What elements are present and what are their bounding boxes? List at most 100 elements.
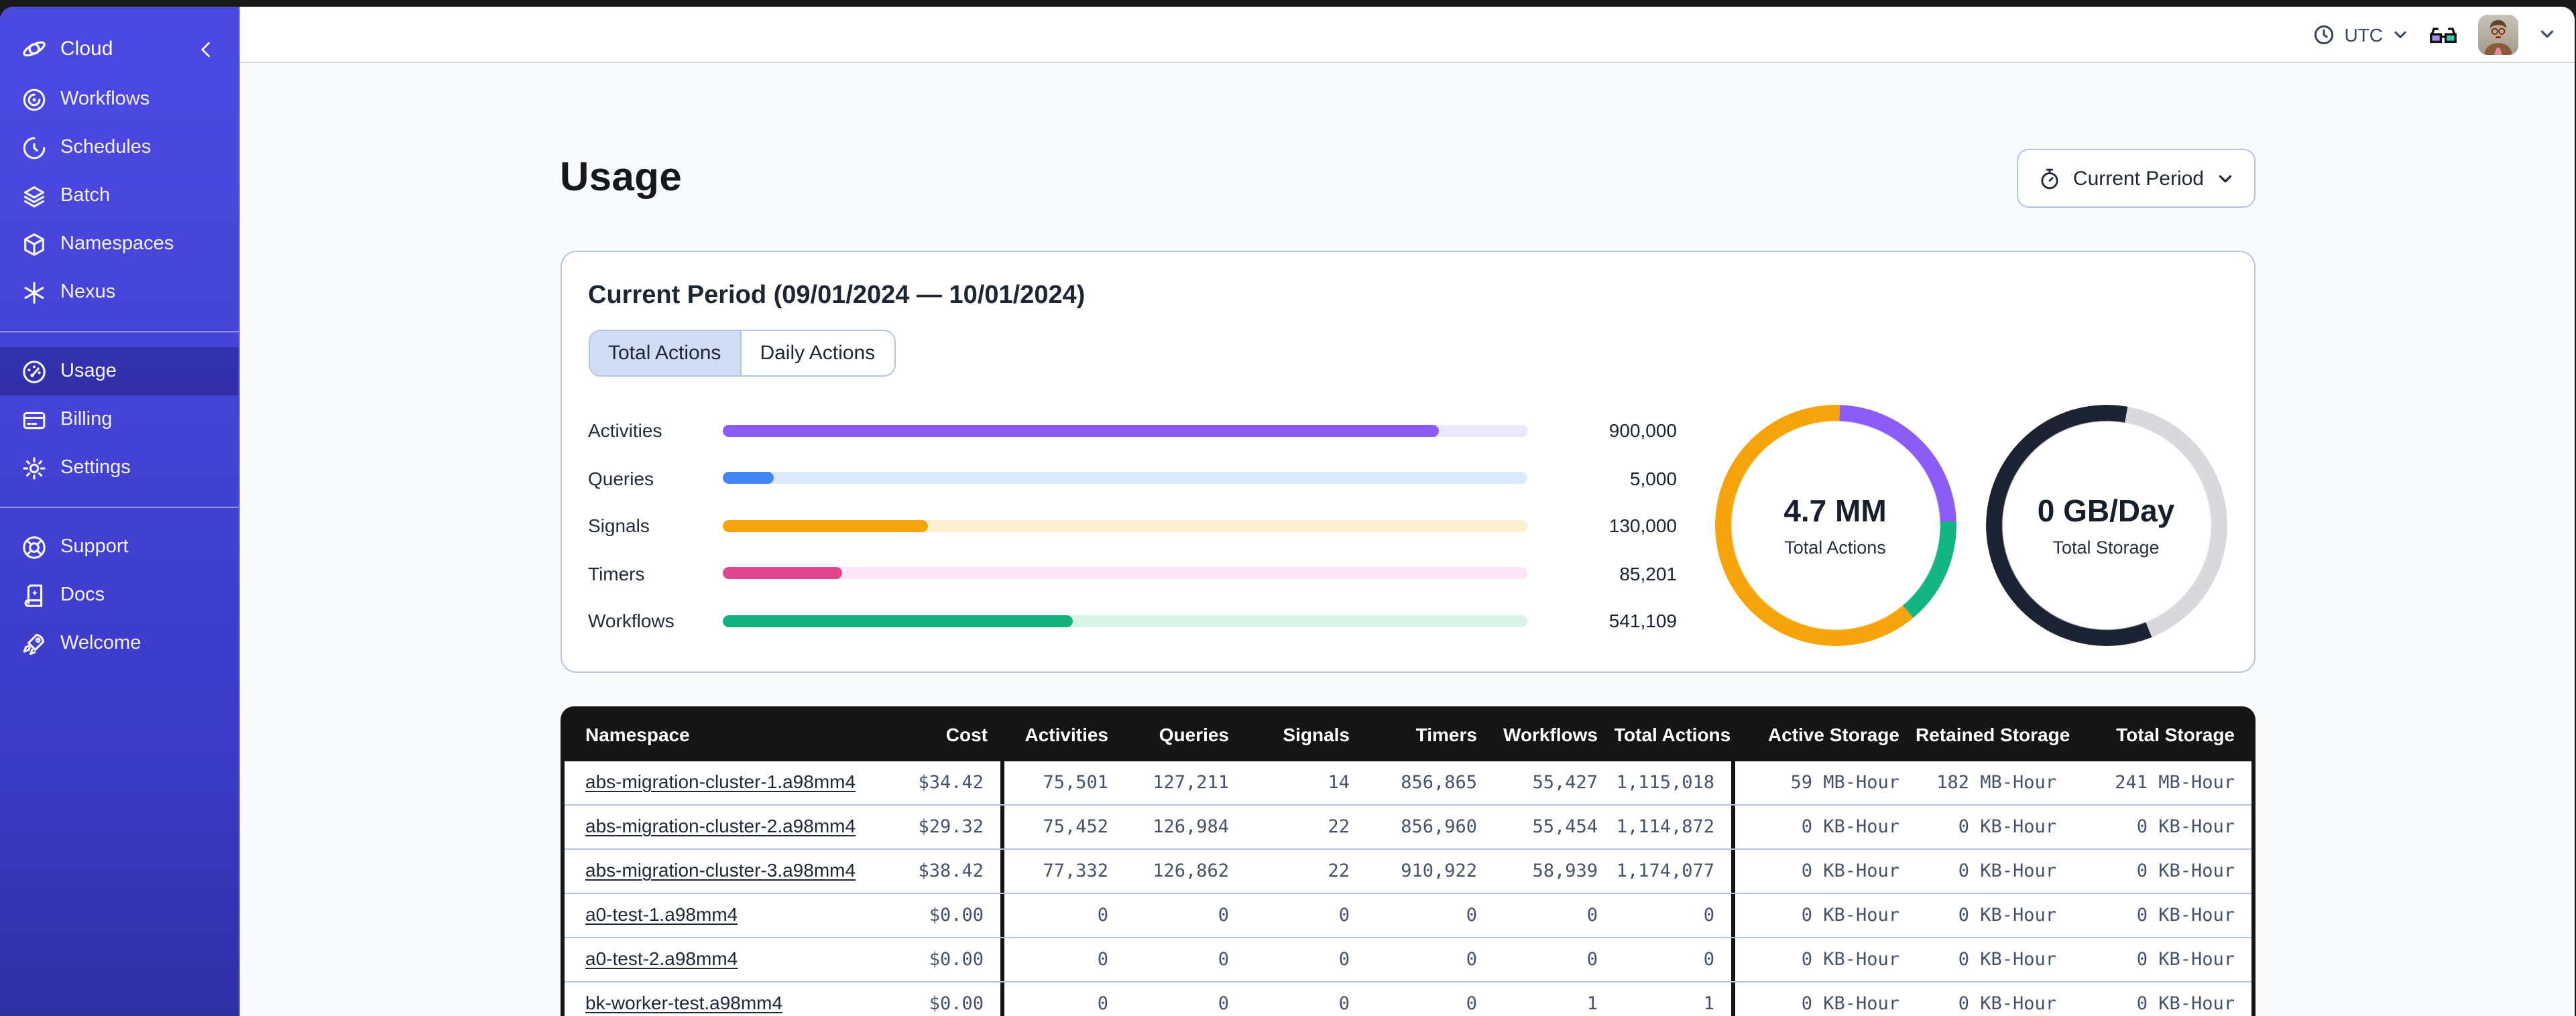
sidebar-item-workflows[interactable]: Workflows: [0, 75, 239, 123]
sidebar-item-batch[interactable]: Batch: [0, 172, 239, 220]
sidebar-item-support[interactable]: Support: [0, 523, 239, 571]
current-period-card: Current Period (09/01/2024 — 10/01/2024)…: [560, 251, 2255, 673]
sidebar-item-welcome[interactable]: Welcome: [0, 619, 239, 668]
active-storage-cell: 0 KB-Hour: [1801, 905, 1899, 926]
timezone-label: UTC: [2344, 23, 2383, 45]
bar-row-workflows: Workflows 541,109: [588, 610, 1677, 631]
sidebar-collapse-button[interactable]: [196, 38, 217, 60]
bar-label: Activities: [588, 420, 662, 441]
sidebar-item-billing[interactable]: Billing: [0, 395, 239, 444]
bar-label: Queries: [588, 467, 654, 489]
active-storage-cell: 59 MB-Hour: [1790, 772, 1899, 793]
total-actions-cell: 0: [1614, 938, 1735, 981]
sidebar-item-label: Welcome: [60, 633, 141, 654]
schedules-clock-icon: [21, 135, 47, 160]
col-header-signals: Signals: [1283, 723, 1350, 745]
tab-daily-actions[interactable]: Daily Actions: [740, 331, 894, 375]
clock-icon: [2313, 23, 2335, 45]
sidebar-item-settings[interactable]: Settings: [0, 444, 239, 492]
retained-storage-cell: 0 KB-Hour: [1958, 993, 2056, 1015]
sidebar-brand-cloud[interactable]: Cloud: [0, 25, 239, 75]
table-header-row: Namespace Cost Activities Queries Signal…: [560, 706, 2255, 761]
card-title: Current Period (09/01/2024 — 10/01/2024): [588, 281, 1086, 310]
signals-bar: [722, 519, 1527, 531]
workflows-spiral-icon: [21, 86, 47, 112]
sidebar-nav-help: Support Docs Welcome: [0, 523, 239, 668]
activities-cell: 75,501: [1043, 772, 1108, 793]
sidebar-item-label: Schedules: [60, 137, 152, 158]
batch-layers-icon: [21, 183, 47, 208]
sidebar-item-usage[interactable]: Usage: [0, 347, 239, 395]
sidebar-item-label: Support: [60, 536, 129, 558]
col-header-cost: Cost: [945, 723, 988, 745]
topbar: UTC: [240, 7, 2575, 63]
namespace-link[interactable]: abs-migration-cluster-3.a98mm4: [585, 859, 856, 881]
sidebar-item-nexus[interactable]: Nexus: [0, 268, 239, 316]
sidebar-item-schedules[interactable]: Schedules: [0, 123, 239, 172]
bar-value: 900,000: [1608, 420, 1677, 441]
queries-cell: 0: [1218, 949, 1229, 970]
total-storage-cell: 0 KB-Hour: [2136, 861, 2235, 882]
timers-cell: 0: [1466, 949, 1477, 970]
welcome-rocket-icon: [21, 631, 47, 656]
support-lifebuoy-icon: [21, 534, 47, 560]
col-header-activities: Activities: [1024, 723, 1109, 745]
usage-gauge-icon: [21, 359, 47, 384]
sidebar-item-namespaces[interactable]: Namespaces: [0, 220, 239, 268]
period-selector-label: Current Period: [2072, 167, 2204, 190]
chevron-down-icon[interactable]: [2538, 25, 2556, 43]
settings-gear-icon: [21, 455, 47, 481]
total-actions-cell: 1,114,872: [1614, 806, 1735, 848]
page-header: Usage Current Period: [560, 149, 2255, 208]
retained-storage-cell: 0 KB-Hour: [1958, 949, 2056, 970]
feedback-glasses-icon[interactable]: [2428, 23, 2458, 45]
timezone-selector[interactable]: UTC: [2313, 23, 2408, 45]
cloud-orbit-icon: [21, 36, 47, 62]
queries-cell: 126,862: [1153, 861, 1229, 882]
col-header-active-storage: Active Storage: [1767, 723, 1899, 745]
workflows-cell: 55,427: [1532, 772, 1598, 793]
namespace-link[interactable]: abs-migration-cluster-1.a98mm4: [585, 771, 856, 792]
cost-cell: $0.00: [872, 938, 1004, 981]
activities-cell: 77,332: [1043, 861, 1108, 882]
total-storage-cell: 0 KB-Hour: [2136, 905, 2235, 926]
bar-row-queries: Queries 5,000: [588, 467, 1677, 489]
queries-cell: 0: [1218, 993, 1229, 1015]
namespace-link[interactable]: bk-worker-test.a98mm4: [585, 992, 782, 1013]
col-header-total-actions: Total Actions: [1614, 723, 1731, 745]
sidebar-item-label: Usage: [60, 361, 117, 382]
workflows-cell: 0: [1586, 949, 1598, 970]
namespaces-cube-icon: [21, 231, 47, 257]
namespace-link[interactable]: abs-migration-cluster-2.a98mm4: [585, 815, 856, 836]
sidebar-item-label: Settings: [60, 457, 131, 479]
app-window: Cloud Workflows Schedules Batch Namespac…: [0, 7, 2575, 1016]
user-avatar[interactable]: [2478, 14, 2518, 54]
namespace-link[interactable]: a0-test-2.a98mm4: [585, 948, 738, 969]
retained-storage-cell: 0 KB-Hour: [1958, 905, 2056, 926]
active-storage-cell: 0 KB-Hour: [1801, 816, 1899, 838]
sidebar-item-docs[interactable]: Docs: [0, 571, 239, 619]
app-window-wrapper: Cloud Workflows Schedules Batch Namespac…: [0, 0, 2576, 1016]
period-selector-button[interactable]: Current Period: [2016, 149, 2255, 208]
sidebar: Cloud Workflows Schedules Batch Namespac…: [0, 7, 240, 1016]
total-actions-cell: 1,115,018: [1614, 761, 1735, 804]
bar-row-activities: Activities 900,000: [588, 420, 1677, 441]
donut-charts: 4.7 MM Total Actions 0 GB/Day Total Stor…: [1714, 405, 2227, 646]
bar-label: Workflows: [588, 610, 675, 631]
table-row: abs-migration-cluster-1.a98mm4 $34.42 75…: [564, 761, 2251, 806]
activities-bar: [722, 424, 1527, 436]
col-header-workflows: Workflows: [1503, 723, 1598, 745]
table-row: a0-test-2.a98mm4 $0.00 0 0 0 0 0 0 0 KB-…: [564, 938, 2251, 982]
retained-storage-cell: 0 KB-Hour: [1958, 861, 2056, 882]
signals-cell: 0: [1338, 993, 1350, 1015]
tab-total-actions[interactable]: Total Actions: [589, 331, 740, 375]
sidebar-item-label: Billing: [60, 409, 113, 430]
retained-storage-cell: 182 MB-Hour: [1936, 772, 2056, 793]
total-actions-cell: 1,174,077: [1614, 850, 1735, 893]
active-storage-cell: 0 KB-Hour: [1801, 993, 1899, 1015]
activities-cell: 0: [1097, 905, 1108, 926]
namespace-link[interactable]: a0-test-1.a98mm4: [585, 903, 738, 925]
total-storage-donut: 0 GB/Day Total Storage: [1985, 405, 2227, 646]
cost-cell: $34.42: [872, 761, 1004, 804]
total-storage-label: Total Storage: [2052, 537, 2160, 558]
